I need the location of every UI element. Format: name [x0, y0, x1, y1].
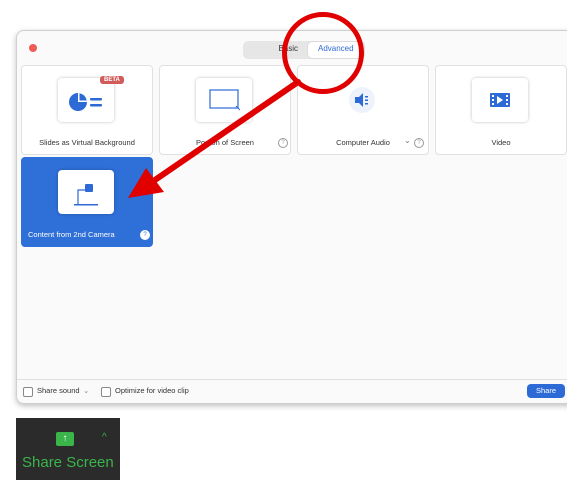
annotation-arrow — [128, 79, 301, 198]
share-screen-button[interactable]: ↑ ^ Share Screen — [16, 418, 120, 480]
chevron-up-icon[interactable]: ^ — [102, 432, 107, 443]
share-screen-label: Share Screen — [22, 454, 114, 471]
share-screen-arrow-icon: ↑ — [56, 432, 74, 446]
